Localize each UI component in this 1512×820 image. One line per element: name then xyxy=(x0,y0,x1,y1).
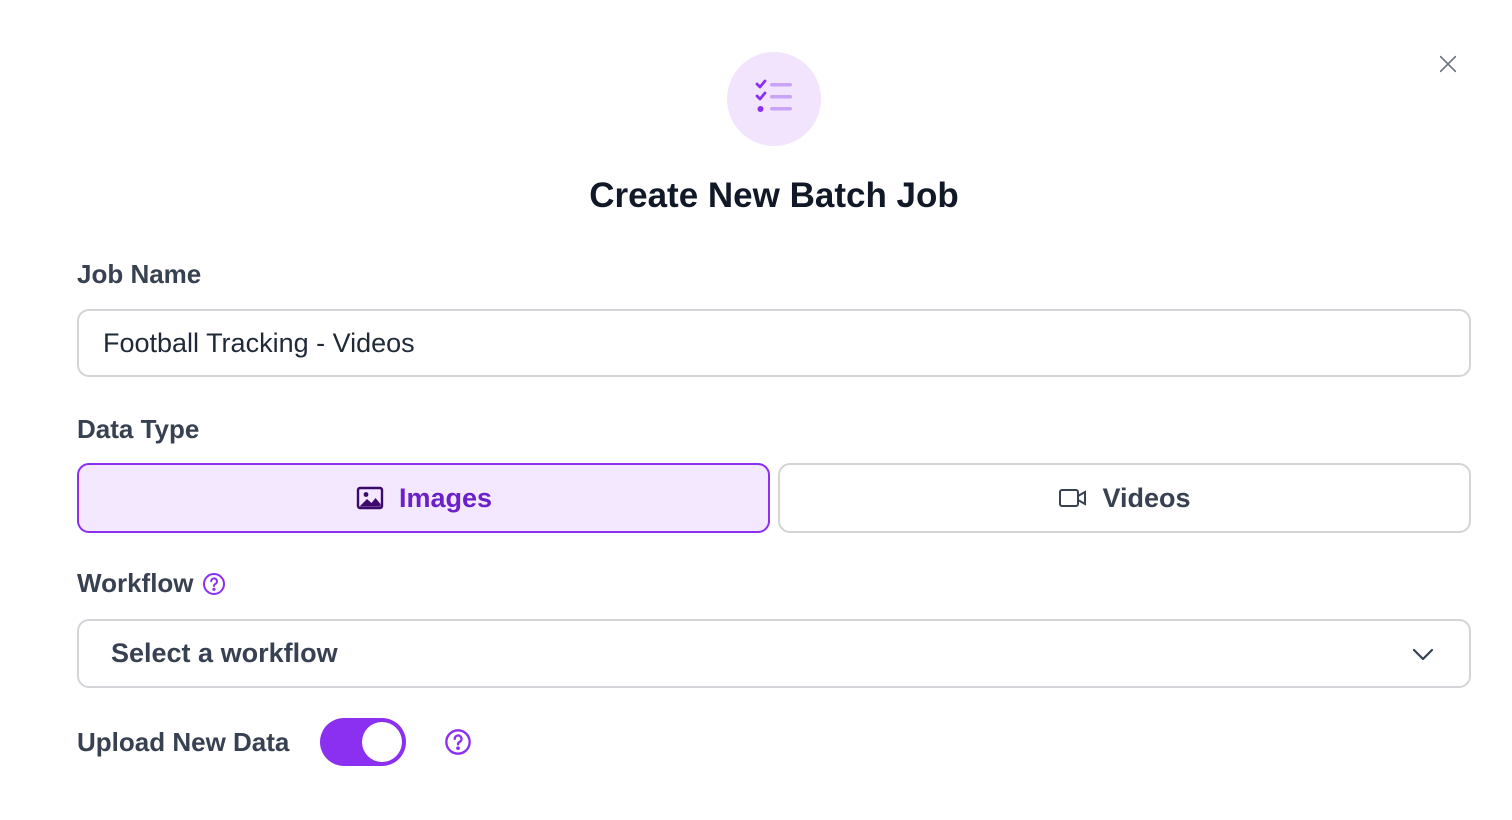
job-name-label-text: Job Name xyxy=(77,259,202,289)
workflow-select-placeholder: Select a workflow xyxy=(111,638,338,668)
dialog-title: Create New Batch Job xyxy=(589,176,959,215)
workflow-label-text: Workflow xyxy=(77,568,194,598)
checklist-icon xyxy=(755,79,792,112)
workflow-help-icon[interactable] xyxy=(202,572,226,596)
workflow-select[interactable]: Select a workflow xyxy=(77,619,1471,688)
job-name-label: Job Name xyxy=(77,259,201,290)
videos-option-label: Videos xyxy=(1102,482,1191,513)
close-icon xyxy=(1439,55,1457,73)
workflow-label: Workflow xyxy=(77,568,226,599)
data-type-label-text: Data Type xyxy=(77,414,200,444)
toggle-knob xyxy=(362,722,403,762)
data-type-label: Data Type xyxy=(77,414,199,445)
help-icon xyxy=(202,572,225,595)
upload-help-icon[interactable] xyxy=(444,728,472,756)
close-button[interactable] xyxy=(1432,48,1464,80)
video-icon xyxy=(1059,489,1087,507)
upload-new-data-label: Upload New Data xyxy=(77,726,290,757)
images-option-button[interactable]: Images xyxy=(77,463,770,533)
image-icon xyxy=(356,486,384,510)
chevron-down-icon xyxy=(1412,648,1434,660)
videos-option-button[interactable]: Videos xyxy=(778,463,1471,533)
upload-new-data-toggle[interactable] xyxy=(320,718,407,766)
job-name-input[interactable] xyxy=(77,309,1471,377)
help-icon xyxy=(445,729,472,755)
images-option-label: Images xyxy=(398,482,493,513)
header-icon-circle xyxy=(727,52,821,146)
upload-new-data-row: Upload New Data xyxy=(77,716,472,768)
